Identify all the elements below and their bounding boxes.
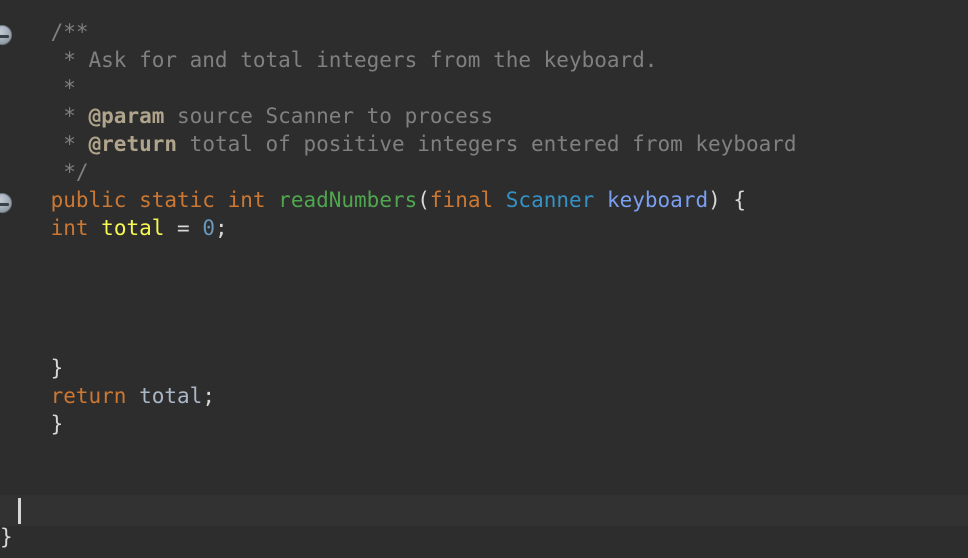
text-caret [18, 498, 21, 524]
code-line[interactable]: } [0, 354, 968, 382]
code-line[interactable]: * Ask for and total integers from the ke… [0, 46, 968, 74]
code-token: } [50, 356, 64, 380]
code-token: @return [88, 132, 178, 156]
code-line[interactable]: * @param source Scanner to process [0, 102, 968, 130]
code-token: public static int [50, 188, 266, 212]
code-token: ) { [708, 188, 747, 212]
code-token: = [177, 216, 190, 240]
code-token: /** [50, 20, 89, 44]
code-token: * [0, 104, 89, 128]
code-token: readNumbers [278, 188, 418, 212]
code-token: source Scanner to process [164, 104, 494, 128]
code-token: } [0, 525, 13, 549]
code-line[interactable]: /** [0, 18, 968, 46]
code-token: int [50, 216, 89, 240]
code-line[interactable]: } [0, 410, 968, 438]
code-token: } [50, 412, 64, 436]
code-line[interactable]: int total = 0; [0, 214, 968, 242]
code-token: */ [0, 160, 89, 184]
code-editor[interactable]: /** * Ask for and total integers from th… [0, 0, 968, 558]
code-line[interactable]: } [0, 523, 968, 551]
code-token: Scanner [505, 188, 595, 212]
code-token: total of positive integers entered from … [177, 132, 797, 156]
code-line[interactable]: public static int readNumbers(final Scan… [0, 186, 968, 214]
code-token: 0 [202, 216, 216, 240]
code-line[interactable]: * @return total of positive integers ent… [0, 130, 968, 158]
code-token: ; [215, 216, 228, 240]
code-token: * [0, 76, 76, 100]
code-token: ( [417, 188, 430, 212]
code-token: total [139, 384, 203, 408]
code-token: * [0, 132, 89, 156]
code-line[interactable]: * [0, 74, 968, 102]
code-line[interactable] [0, 493, 968, 521]
code-token: final [429, 188, 494, 212]
code-token: return [50, 384, 127, 408]
code-line[interactable]: */ [0, 158, 968, 186]
code-line[interactable]: return total; [0, 382, 968, 410]
code-token: keyboard [606, 188, 709, 212]
code-token: @param [88, 104, 165, 128]
code-token: ; [202, 384, 215, 408]
code-token: * Ask for and total integers from the ke… [0, 48, 658, 72]
code-token: total [101, 216, 165, 240]
